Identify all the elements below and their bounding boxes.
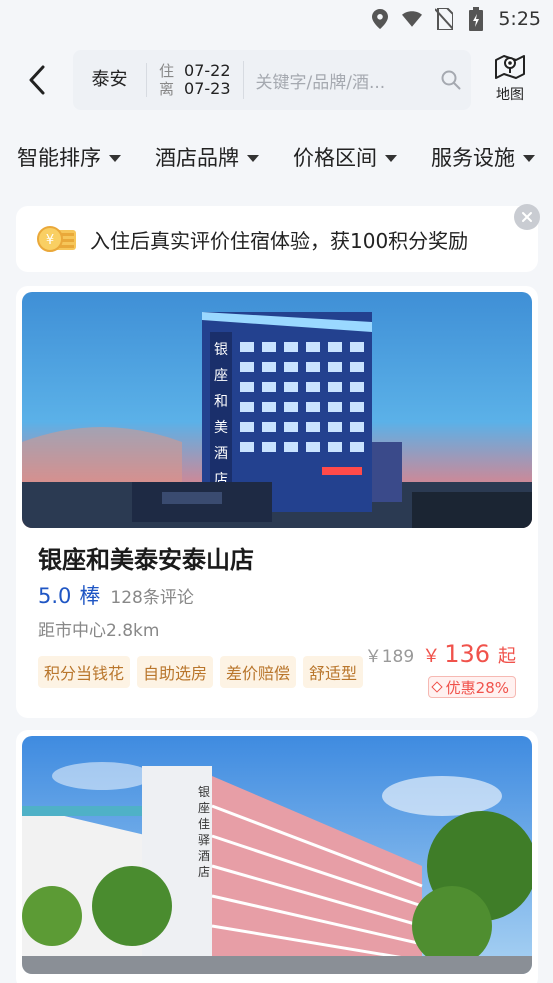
diamond-icon — [430, 681, 443, 693]
hotel-card[interactable]: 银座和美酒店 银座和美泰安泰山店 5.0 棒 128条评论 距市中心2.8km … — [16, 286, 538, 718]
price: ￥189 ￥ 136 起 — [365, 640, 516, 668]
svg-text:座: 座 — [214, 368, 228, 384]
tag: 舒适型 — [303, 656, 364, 688]
battery-icon — [466, 7, 486, 31]
date-selector[interactable]: 住 离 07-22 07-23 — [147, 61, 244, 99]
svg-text:美: 美 — [214, 420, 228, 436]
review-count: 128条评论 — [110, 588, 194, 608]
svg-text:驿: 驿 — [198, 833, 210, 847]
search-icon[interactable] — [431, 70, 471, 90]
hotel-photo: 银座佳驿酒店 — [22, 736, 532, 974]
header: 泰安 住 离 07-22 07-23 关键字/品牌/酒... 地图 — [0, 48, 553, 112]
back-arrow-icon — [29, 65, 45, 95]
map-button[interactable]: 地图 — [484, 52, 536, 108]
svg-text:座: 座 — [198, 800, 210, 815]
back-button[interactable] — [20, 62, 54, 98]
caret-down-icon — [523, 154, 535, 162]
price-suffix: 起 — [498, 646, 516, 667]
tag: 积分当钱花 — [38, 656, 131, 688]
rating-row: 5.0 棒 128条评论 — [38, 580, 194, 610]
close-icon — [522, 212, 532, 222]
filter-label: 价格区间 — [293, 146, 377, 170]
keyword-input[interactable]: 关键字/品牌/酒... — [244, 68, 431, 93]
svg-text:银: 银 — [198, 785, 210, 799]
svg-text:银: 银 — [214, 342, 228, 358]
status-time: 5:25 — [498, 8, 541, 30]
filter-hotel-brand[interactable]: 酒店品牌 — [155, 142, 259, 172]
discount-text: 优惠28% — [445, 678, 509, 697]
checkin-date: 07-22 — [184, 61, 231, 80]
hotel-photo: 银座和美酒店 — [22, 292, 532, 528]
caret-down-icon — [247, 154, 259, 162]
filter-price-range[interactable]: 价格区间 — [293, 142, 397, 172]
svg-text:和: 和 — [214, 394, 228, 410]
distance: 距市中心2.8km — [38, 621, 160, 641]
original-price: ￥189 — [364, 647, 415, 667]
search-box[interactable]: 泰安 住 离 07-22 07-23 关键字/品牌/酒... — [73, 50, 471, 110]
filter-label: 智能排序 — [17, 146, 101, 170]
filter-facilities[interactable]: 服务设施 — [431, 142, 535, 172]
caret-down-icon — [109, 154, 121, 162]
map-icon — [495, 55, 525, 79]
svg-text:酒: 酒 — [198, 849, 210, 863]
city-selector[interactable]: 泰安 — [73, 63, 147, 97]
no-sim-icon — [434, 8, 454, 30]
checkin-label: 住 — [159, 62, 175, 80]
svg-text:¥: ¥ — [46, 233, 54, 248]
checkout-label: 离 — [159, 80, 175, 98]
rating-word: 棒 — [79, 584, 101, 608]
discount-badge: 优惠28% — [427, 676, 516, 698]
location-icon — [370, 9, 390, 29]
hotel-card[interactable]: 银座佳驿酒店 — [16, 730, 538, 983]
tag: 自助选房 — [137, 656, 214, 688]
filter-label: 服务设施 — [431, 146, 515, 170]
checkout-date: 07-23 — [184, 79, 231, 98]
currency-symbol: ￥ — [422, 646, 441, 667]
filter-smart-sort[interactable]: 智能排序 — [17, 142, 121, 172]
close-button[interactable] — [514, 204, 540, 230]
svg-text:佳: 佳 — [198, 817, 210, 831]
svg-text:酒: 酒 — [214, 446, 228, 462]
caret-down-icon — [385, 154, 397, 162]
filter-label: 酒店品牌 — [155, 146, 239, 170]
tag: 差价赔偿 — [220, 656, 297, 688]
tag-list: 积分当钱花 自助选房 差价赔偿 舒适型 — [38, 656, 364, 688]
svg-text:店: 店 — [198, 865, 210, 879]
status-bar: 5:25 — [0, 0, 553, 38]
hotel-name: 银座和美泰安泰山店 — [38, 546, 254, 574]
coins-icon: ¥ — [37, 226, 76, 252]
promo-text: 入住后真实评价住宿体验，获100积分奖励 — [90, 228, 469, 253]
wifi-icon — [402, 9, 423, 29]
promo-banner[interactable]: ¥ 入住后真实评价住宿体验，获100积分奖励 — [16, 204, 540, 272]
map-label: 地图 — [496, 87, 524, 103]
rating-score: 5.0 — [38, 584, 72, 608]
current-price: 136 — [444, 640, 490, 668]
filter-bar: 智能排序 酒店品牌 价格区间 服务设施 — [0, 136, 553, 178]
